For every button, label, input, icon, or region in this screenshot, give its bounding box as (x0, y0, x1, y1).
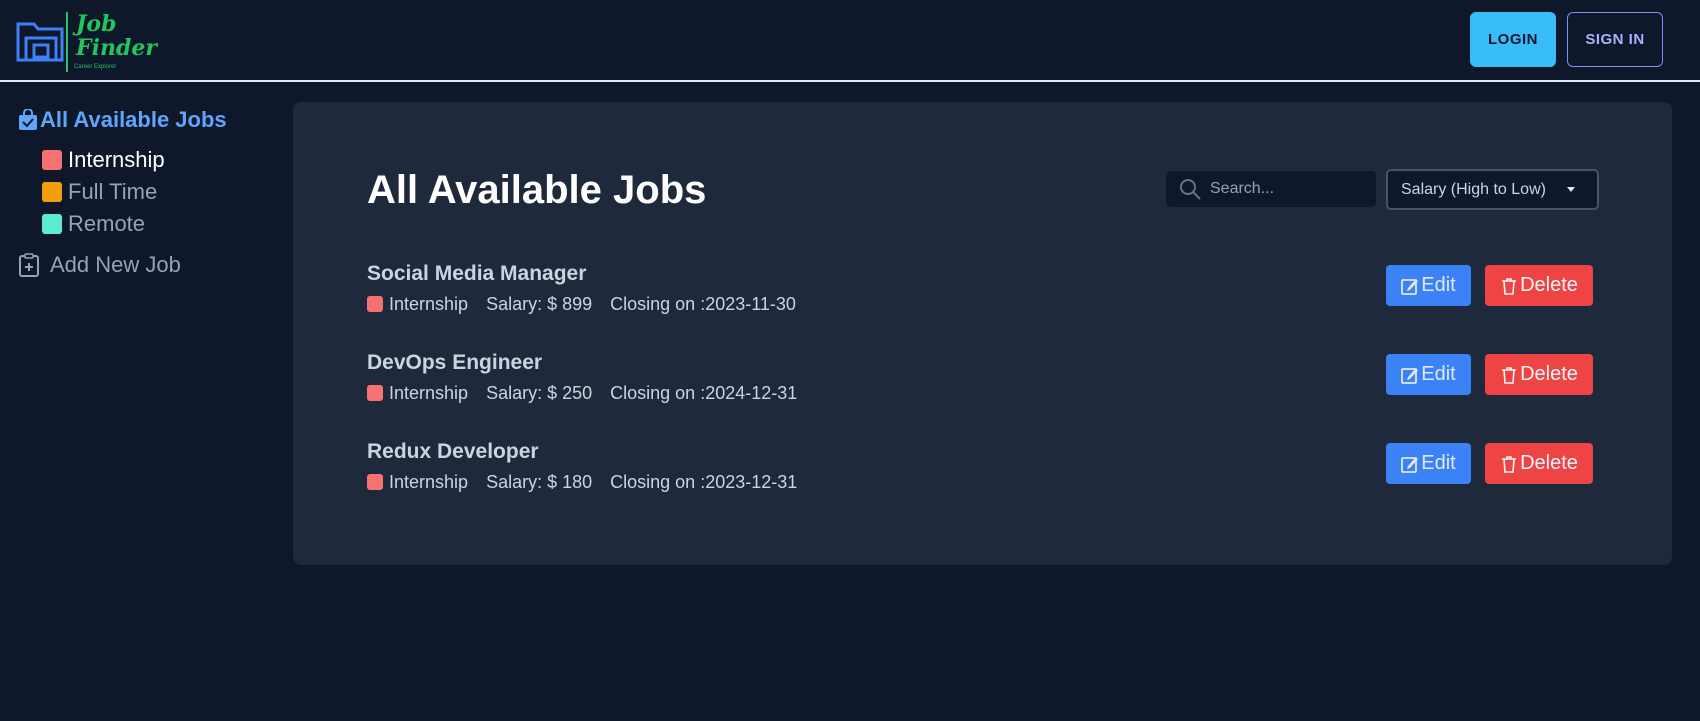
edit-icon (1401, 278, 1419, 295)
job-salary: Salary: $ 180 (486, 471, 593, 492)
edit-button[interactable]: Edit (1386, 265, 1471, 306)
edit-icon (1401, 456, 1419, 473)
sort-select[interactable]: Salary (High to Low) (1386, 169, 1599, 210)
search-input[interactable] (1210, 180, 1360, 198)
sidebar-item-full-time[interactable]: Full Time (42, 178, 157, 206)
job-type: Internship (389, 293, 469, 314)
delete-label: Delete (1520, 363, 1578, 385)
job-type: Internship (389, 471, 469, 492)
sidebar-item-remote[interactable]: Remote (42, 210, 145, 238)
logo-tagline: Career Explorer (74, 64, 117, 70)
job-finder-logo[interactable]: Job Finder Career Explorer (16, 10, 157, 72)
internship-color-square (42, 150, 62, 170)
trash-icon (1502, 366, 1517, 384)
signin-button[interactable]: SIGN IN (1567, 12, 1663, 67)
job-closing-date: Closing on :2023-12-31 (610, 471, 798, 492)
delete-label: Delete (1520, 452, 1578, 474)
job-meta: Internship Salary: $ 180 Closing on :202… (367, 470, 797, 494)
logo-divider (66, 12, 68, 72)
job-salary: Salary: $ 250 (486, 382, 593, 403)
sidebar-item-internship[interactable]: Internship (42, 146, 165, 174)
job-type-color-square (367, 474, 383, 490)
edit-label: Edit (1421, 274, 1456, 296)
edit-label: Edit (1421, 363, 1456, 385)
job-type-color-square (367, 296, 383, 312)
delete-label: Delete (1520, 274, 1578, 296)
login-button[interactable]: LOGIN (1470, 12, 1556, 67)
sidebar-add-job-label: Add New Job (50, 252, 181, 277)
page-title: All Available Jobs (367, 168, 707, 212)
job-meta: Internship Salary: $ 250 Closing on :202… (367, 381, 797, 405)
remote-color-square (42, 214, 62, 234)
job-title: Redux Developer (367, 440, 539, 463)
edit-button[interactable]: Edit (1386, 443, 1471, 484)
job-row: Social Media Manager Internship Salary: … (367, 262, 1607, 322)
delete-button[interactable]: Delete (1485, 354, 1593, 395)
full-time-color-square (42, 182, 62, 202)
job-meta: Internship Salary: $ 899 Closing on :202… (367, 292, 796, 316)
trash-icon (1502, 277, 1517, 295)
sidebar-internship-label: Internship (68, 147, 165, 172)
edit-button[interactable]: Edit (1386, 354, 1471, 395)
clipboard-plus-icon (19, 253, 39, 277)
job-title: DevOps Engineer (367, 351, 543, 374)
job-salary: Salary: $ 899 (486, 293, 593, 314)
job-row: Redux Developer Internship Salary: $ 180… (367, 440, 1607, 500)
search-box[interactable] (1166, 171, 1376, 207)
job-type: Internship (389, 382, 469, 403)
job-type-color-square (367, 385, 383, 401)
job-row: DevOps Engineer Internship Salary: $ 250… (367, 351, 1607, 411)
shopping-bag-check-icon (19, 109, 37, 130)
search-icon (1180, 179, 1201, 200)
jobs-panel: All Available Jobs Salary (High to Low) … (293, 102, 1672, 565)
sidebar-item-all-jobs[interactable]: All Available Jobs (18, 106, 227, 134)
top-navbar: Job Finder Career Explorer LOGIN SIGN IN (0, 0, 1700, 82)
briefcase-folder-icon (16, 22, 64, 62)
sidebar-full-time-label: Full Time (68, 179, 158, 204)
chevron-down-icon (1567, 187, 1575, 192)
edit-label: Edit (1421, 452, 1456, 474)
edit-icon (1401, 367, 1419, 384)
delete-button[interactable]: Delete (1485, 443, 1593, 484)
job-title: Social Media Manager (367, 262, 587, 285)
trash-icon (1502, 455, 1517, 473)
sidebar-remote-label: Remote (68, 211, 146, 236)
job-closing-date: Closing on :2024-12-31 (610, 382, 798, 403)
job-closing-date: Closing on :2023-11-30 (610, 293, 796, 314)
logo-text: Job Finder (76, 11, 157, 61)
sidebar-all-jobs-label: All Available Jobs (40, 107, 227, 132)
sort-selected-value: Salary (High to Low) (1401, 180, 1546, 198)
delete-button[interactable]: Delete (1485, 265, 1593, 306)
sidebar-item-add-new-job[interactable]: Add New Job (18, 250, 181, 280)
